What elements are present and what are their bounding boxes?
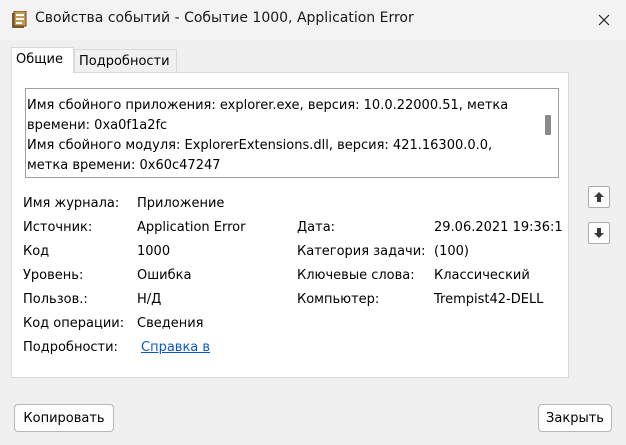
- code-value: 1000: [137, 244, 171, 259]
- user-value: Н/Д: [137, 292, 162, 307]
- description-line: Имя сбойного приложения: explorer.exe, в…: [27, 98, 509, 113]
- level-label: Уровень:: [23, 268, 84, 283]
- keywords-value: Классический: [434, 268, 530, 283]
- description-line: времени: 0xa0f1a2fc: [27, 118, 168, 133]
- computer-value: Trempist42-DELL: [434, 292, 544, 307]
- description-line: метка времени: 0x60c47247: [27, 158, 221, 173]
- description-scrollbar[interactable]: [544, 93, 552, 173]
- more-info-label: Подробности:: [23, 340, 118, 355]
- next-event-button[interactable]: [588, 222, 610, 244]
- tab-general[interactable]: Общие: [11, 47, 74, 73]
- keywords-label: Ключевые слова:: [297, 268, 415, 283]
- log-name-value: Приложение: [137, 196, 225, 211]
- arrow-down-icon: [593, 224, 605, 243]
- copy-button[interactable]: Копировать: [14, 404, 114, 432]
- date-value: 29.06.2021 19:36:1: [434, 220, 563, 235]
- event-viewer-icon: [11, 10, 27, 29]
- description-line: Имя сбойного модуля: ExplorerExtensions.…: [27, 138, 493, 153]
- task-category-value: (100): [434, 244, 469, 259]
- close-button[interactable]: Закрыть: [538, 404, 612, 432]
- window-title: Свойства событий - Событие 1000, Applica…: [35, 10, 414, 26]
- task-category-label: Категория задачи:: [297, 244, 426, 259]
- source-value: Application Error: [137, 220, 246, 235]
- opcode-value: Сведения: [137, 316, 204, 331]
- level-value: Ошибка: [137, 268, 192, 283]
- computer-label: Компьютер:: [297, 292, 380, 307]
- event-description-box[interactable]: Имя сбойного приложения: explorer.exe, в…: [25, 88, 559, 178]
- title-bar[interactable]: Свойства событий - Событие 1000, Applica…: [0, 0, 626, 40]
- event-properties-window: Свойства событий - Событие 1000, Applica…: [0, 0, 626, 445]
- arrow-up-icon: [593, 188, 605, 207]
- previous-event-button[interactable]: [588, 186, 610, 208]
- date-label: Дата:: [297, 220, 336, 235]
- close-icon: [598, 11, 610, 30]
- event-description-text: Имя сбойного приложения: explorer.exe, в…: [27, 96, 532, 176]
- user-label: Пользов.:: [23, 292, 88, 307]
- online-help-link[interactable]: Справка в: [141, 340, 210, 355]
- general-panel: Имя сбойного приложения: explorer.exe, в…: [11, 72, 569, 378]
- source-label: Источник:: [23, 220, 93, 235]
- window-close-button[interactable]: [590, 8, 618, 32]
- code-label: Код: [23, 244, 50, 259]
- scrollbar-thumb[interactable]: [545, 115, 551, 135]
- opcode-label: Код операции:: [23, 316, 125, 331]
- log-name-label: Имя журнала:: [23, 196, 120, 211]
- tab-details[interactable]: Подробности: [74, 49, 177, 73]
